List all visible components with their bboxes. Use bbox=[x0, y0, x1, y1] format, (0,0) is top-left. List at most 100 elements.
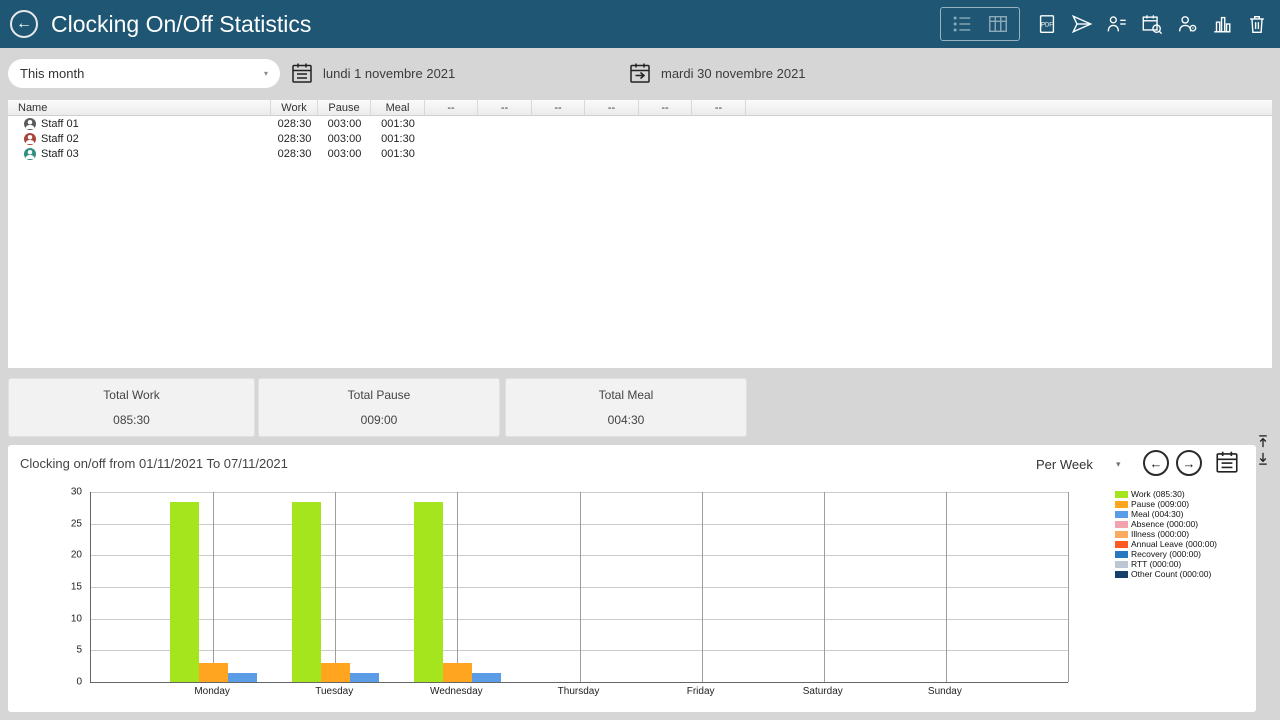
legend-swatch bbox=[1115, 521, 1128, 528]
column-header-pause[interactable]: Pause bbox=[318, 100, 371, 115]
legend-label: RTT (000:00) bbox=[1131, 560, 1181, 569]
calendar-icon bbox=[290, 61, 314, 85]
table-row[interactable]: Staff 02028:30003:00001:30 bbox=[8, 131, 1272, 146]
work-value: 028:30 bbox=[271, 133, 318, 145]
legend-label: Pause (009:00) bbox=[1131, 500, 1189, 509]
column-header-name[interactable]: Name bbox=[8, 100, 271, 115]
chart-calendar-button[interactable] bbox=[1214, 449, 1240, 475]
v-gridline bbox=[946, 492, 947, 682]
y-tick-label: 25 bbox=[71, 518, 82, 529]
column-header-blank-4[interactable]: -- bbox=[425, 100, 478, 115]
collapse-down-icon bbox=[1257, 451, 1269, 466]
v-gridline bbox=[1068, 492, 1069, 682]
panel-splitter[interactable] bbox=[1254, 434, 1272, 470]
y-tick-label: 10 bbox=[71, 613, 82, 624]
chart-title: Clocking on/off from 01/11/2021 To 07/11… bbox=[20, 456, 288, 471]
period-dropdown[interactable]: This month ▾ bbox=[8, 59, 280, 88]
legend-item: Meal (004:30) bbox=[1115, 510, 1217, 519]
chart-period-dropdown[interactable]: Per Week bbox=[1036, 457, 1093, 472]
previous-period-button[interactable]: ← bbox=[1143, 450, 1169, 476]
total-pause-value: 009:00 bbox=[259, 413, 499, 427]
staff-name: Staff 03 bbox=[41, 148, 79, 160]
legend-item: Annual Leave (000:00) bbox=[1115, 540, 1217, 549]
svg-text:PDF: PDF bbox=[1041, 22, 1053, 28]
chart-legend: Work (085:30)Pause (009:00)Meal (004:30)… bbox=[1115, 490, 1217, 579]
legend-swatch bbox=[1115, 531, 1128, 538]
legend-item: Recovery (000:00) bbox=[1115, 550, 1217, 559]
delete-icon[interactable] bbox=[1246, 13, 1268, 35]
legend-swatch bbox=[1115, 501, 1128, 508]
bar-meal bbox=[472, 673, 501, 683]
start-date-picker[interactable]: lundi 1 novembre 2021 bbox=[290, 61, 455, 85]
list-view-icon[interactable] bbox=[951, 13, 973, 35]
column-header-blank-8[interactable]: -- bbox=[639, 100, 692, 115]
x-axis-label: Thursday bbox=[558, 686, 600, 697]
legend-swatch bbox=[1115, 551, 1128, 558]
y-tick-label: 20 bbox=[71, 550, 82, 561]
table-row[interactable]: Staff 01028:30003:00001:30 bbox=[8, 116, 1272, 131]
column-header-work[interactable]: Work bbox=[271, 100, 318, 115]
work-value: 028:30 bbox=[271, 148, 318, 160]
end-date-label: mardi 30 novembre 2021 bbox=[661, 66, 806, 81]
v-gridline bbox=[335, 492, 336, 682]
x-axis-label: Monday bbox=[194, 686, 230, 697]
bar-pause bbox=[199, 663, 228, 682]
app-header: ← Clocking On/Off Statistics PDF bbox=[0, 0, 1280, 48]
total-work-label: Total Work bbox=[9, 388, 254, 402]
bar-meal bbox=[350, 673, 379, 683]
column-header-meal[interactable]: Meal bbox=[371, 100, 425, 115]
table-view-icon[interactable] bbox=[987, 13, 1009, 35]
contact-list-icon[interactable] bbox=[1106, 13, 1128, 35]
column-header-blank-9[interactable]: -- bbox=[692, 100, 746, 115]
column-header-blank-5[interactable]: -- bbox=[478, 100, 532, 115]
collapse-up-icon bbox=[1257, 434, 1269, 449]
v-gridline bbox=[457, 492, 458, 682]
bar-work bbox=[292, 502, 321, 683]
total-meal-card: Total Meal 004:30 bbox=[505, 378, 747, 437]
legend-label: Annual Leave (000:00) bbox=[1131, 540, 1217, 549]
end-date-picker[interactable]: mardi 30 novembre 2021 bbox=[628, 61, 806, 85]
v-gridline bbox=[580, 492, 581, 682]
staff-name: Staff 01 bbox=[41, 118, 79, 130]
column-header-blank-6[interactable]: -- bbox=[532, 100, 585, 115]
pause-value: 003:00 bbox=[318, 148, 371, 160]
pdf-export-icon[interactable]: PDF bbox=[1036, 13, 1058, 35]
legend-label: Absence (000:00) bbox=[1131, 520, 1198, 529]
legend-item: RTT (000:00) bbox=[1115, 560, 1217, 569]
send-icon[interactable] bbox=[1071, 13, 1093, 35]
pause-value: 003:00 bbox=[318, 118, 371, 130]
chart-icon[interactable] bbox=[1211, 13, 1233, 35]
v-gridline bbox=[213, 492, 214, 682]
next-period-button[interactable]: → bbox=[1176, 450, 1202, 476]
calendar-icon bbox=[1214, 449, 1240, 475]
table-header-row: NameWorkPauseMeal------------ bbox=[8, 100, 1272, 116]
meal-value: 001:30 bbox=[371, 133, 425, 145]
meal-value: 001:30 bbox=[371, 118, 425, 130]
legend-item: Illness (000:00) bbox=[1115, 530, 1217, 539]
legend-label: Work (085:30) bbox=[1131, 490, 1185, 499]
calendar-search-icon[interactable] bbox=[1141, 13, 1163, 35]
total-pause-card: Total Pause 009:00 bbox=[258, 378, 500, 437]
column-header-blank-7[interactable]: -- bbox=[585, 100, 639, 115]
calendar-arrow-icon bbox=[628, 61, 652, 85]
staff-avatar bbox=[24, 148, 36, 160]
chart-y-axis: 051015202530 bbox=[48, 492, 82, 682]
chart-x-axis: MondayTuesdayWednesdayThursdayFridaySatu… bbox=[90, 686, 1067, 698]
table-row[interactable]: Staff 03028:30003:00001:30 bbox=[8, 146, 1272, 161]
chevron-down-icon: ▾ bbox=[264, 69, 268, 78]
staff-table: NameWorkPauseMeal------------ Staff 0102… bbox=[8, 100, 1272, 368]
y-tick-label: 0 bbox=[76, 677, 82, 688]
total-meal-label: Total Meal bbox=[506, 388, 746, 402]
legend-swatch bbox=[1115, 491, 1128, 498]
total-work-card: Total Work 085:30 bbox=[8, 378, 255, 437]
total-work-value: 085:30 bbox=[9, 413, 254, 427]
back-button[interactable]: ← bbox=[10, 10, 38, 38]
bar-work bbox=[170, 502, 199, 683]
legend-swatch bbox=[1115, 541, 1128, 548]
chevron-down-icon[interactable]: ▾ bbox=[1116, 459, 1121, 470]
page-title: Clocking On/Off Statistics bbox=[51, 11, 311, 38]
period-dropdown-value: This month bbox=[20, 66, 84, 81]
user-settings-icon[interactable] bbox=[1176, 13, 1198, 35]
bar-pause bbox=[321, 663, 350, 682]
table-body: Staff 01028:30003:00001:30Staff 02028:30… bbox=[8, 116, 1272, 161]
